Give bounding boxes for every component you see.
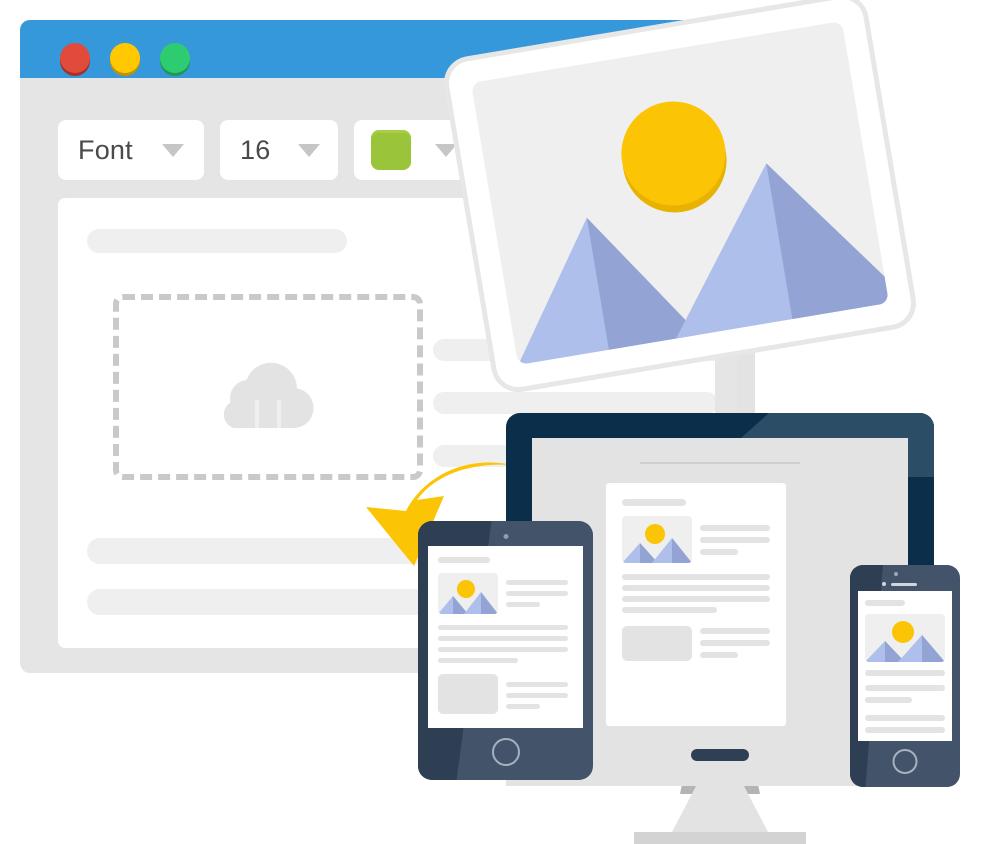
camera-icon [894, 572, 898, 576]
thumb-landscape [438, 580, 498, 614]
article-paragraph-line [865, 685, 945, 691]
article-paragraph-line [438, 636, 568, 641]
article-title [865, 600, 905, 606]
article-line [506, 591, 568, 596]
article-line [506, 682, 568, 687]
article-paragraph-line [622, 596, 770, 602]
placeholder-line [433, 392, 715, 414]
article-line [700, 628, 770, 634]
thumb-landscape [622, 524, 692, 563]
thumb-landscape [865, 621, 945, 662]
article-paragraph-line [865, 697, 912, 703]
article-thumbnail [438, 573, 498, 614]
article-line [700, 549, 738, 555]
cloud-upload-icon [223, 362, 314, 429]
article-page [606, 483, 786, 726]
font-family-label: Font [78, 134, 133, 165]
phone-device [850, 565, 960, 787]
color-swatch[interactable] [371, 130, 411, 170]
article-title [438, 557, 490, 563]
speaker-icon [891, 583, 917, 586]
article-thumbnail [622, 516, 692, 563]
illustration-canvas: Font 16 [0, 0, 1000, 844]
font-size-label: 16 [240, 134, 271, 165]
chevron-down-icon [435, 143, 457, 157]
article-line [700, 537, 770, 543]
article-paragraph-line [622, 574, 770, 580]
article-line [506, 580, 568, 585]
photo-image [470, 20, 890, 366]
article-paragraph-line [865, 715, 945, 721]
article-paragraph-line [622, 585, 770, 591]
sun-icon [621, 101, 726, 206]
browser-url-line [640, 462, 800, 464]
chevron-down-icon [162, 143, 184, 157]
article-image-box [438, 674, 498, 714]
article-paragraph-line [622, 607, 717, 613]
font-family-dropdown[interactable]: Font [58, 120, 204, 180]
monitor-neck-upper [737, 348, 755, 418]
close-button[interactable] [60, 43, 90, 76]
camera-icon [503, 534, 508, 539]
font-size-dropdown[interactable]: 16 [220, 120, 338, 180]
article-line [700, 640, 770, 646]
article-image-box [622, 626, 692, 661]
maximize-button[interactable] [160, 43, 190, 76]
tablet-device [418, 521, 593, 780]
uploaded-photo-card[interactable] [445, 0, 915, 391]
home-button[interactable] [892, 749, 918, 774]
article-paragraph-line [865, 727, 945, 733]
sensor-icon [882, 582, 886, 586]
article-line [506, 693, 568, 698]
monitor-base [634, 832, 806, 844]
article-line [700, 652, 738, 658]
monitor-logo [691, 749, 749, 761]
article-paragraph-line [865, 670, 945, 676]
article-paragraph-line [438, 647, 568, 652]
tablet-screen[interactable] [428, 546, 583, 728]
placeholder-heading [87, 229, 347, 253]
article-paragraph-line [438, 625, 568, 630]
article-line [700, 525, 770, 531]
article-line [506, 704, 540, 709]
minimize-button[interactable] [110, 43, 140, 76]
article-title [622, 499, 686, 506]
article-paragraph-line [438, 658, 518, 663]
chevron-down-icon [298, 143, 320, 157]
landscape-illustration [518, 101, 890, 366]
article-thumbnail [865, 614, 945, 662]
home-button[interactable] [491, 738, 520, 766]
article-line [506, 602, 540, 607]
phone-screen[interactable] [858, 591, 952, 741]
